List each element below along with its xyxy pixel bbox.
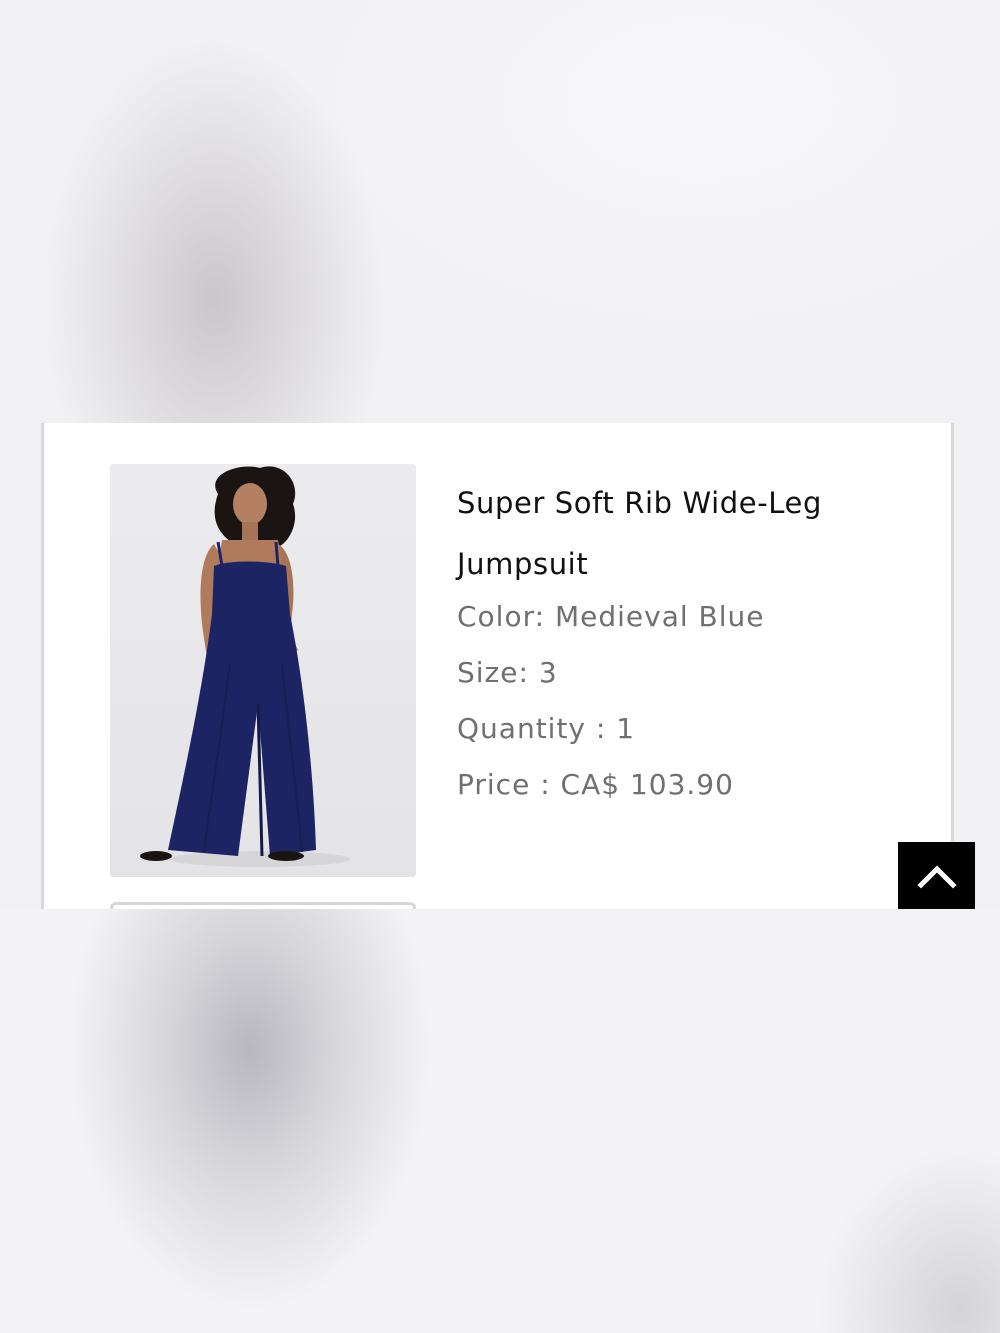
price-label: Price : [457, 768, 551, 801]
price-value: CA$ 103.90 [560, 768, 734, 801]
cart-item-card: Super Soft Rib Wide-Leg Jumpsuit Color: … [41, 423, 954, 909]
chevron-up-icon [916, 864, 957, 889]
color-label: Color: [457, 600, 546, 633]
product-title[interactable]: Super Soft Rib Wide-Leg Jumpsuit [457, 473, 917, 595]
size-label: Size: [457, 656, 529, 689]
product-price: Price : CA$ 103.90 [457, 757, 917, 813]
product-title-line-2: Jumpsuit [457, 547, 589, 581]
product-size: Size: 3 [457, 645, 917, 701]
product-details: Super Soft Rib Wide-Leg Jumpsuit Color: … [457, 473, 917, 813]
quantity-label: Quantity : [457, 712, 607, 745]
product-image[interactable] [110, 464, 416, 877]
product-color: Color: Medieval Blue [457, 589, 917, 645]
product-quantity: Quantity : 1 [457, 701, 917, 757]
quantity-value: 1 [616, 712, 636, 745]
product-title-line-1: Super Soft Rib Wide-Leg [457, 486, 822, 520]
blurred-background-top [0, 0, 1000, 423]
blurred-background-bottom [0, 909, 1000, 1333]
jumpsuit-model-illustration [140, 466, 350, 867]
color-value: Medieval Blue [554, 600, 765, 633]
size-value: 3 [538, 656, 558, 689]
back-to-top-button[interactable] [898, 842, 975, 909]
next-item-card-edge [110, 902, 416, 909]
cart-item-panel: Super Soft Rib Wide-Leg Jumpsuit Color: … [0, 423, 1000, 909]
